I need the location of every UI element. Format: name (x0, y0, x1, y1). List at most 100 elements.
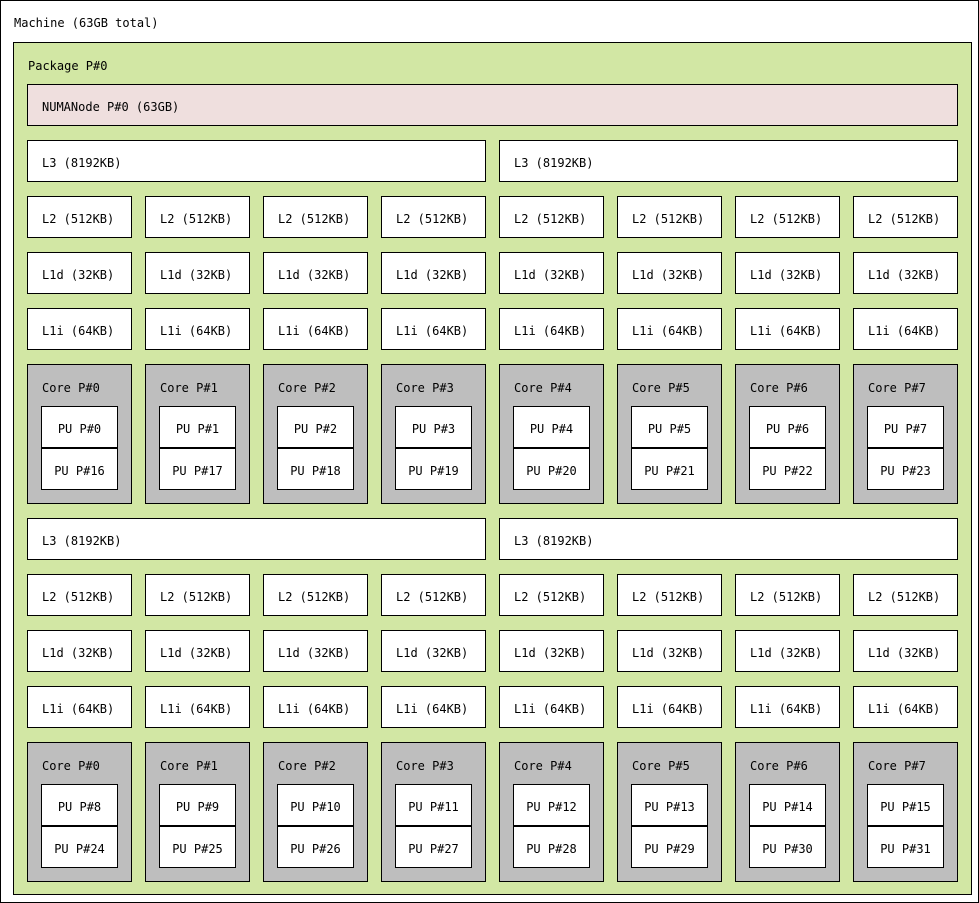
l1i-cache-box: L1i (64KB) (381, 308, 486, 350)
numa-node-box: NUMANode P#0 (63GB) (27, 84, 958, 126)
pu-box: PU P#14 (749, 784, 826, 826)
pu-label: PU P#3 (411, 422, 456, 436)
core-label: Core P#0 (42, 381, 100, 395)
l2-cache-box: L2 (512KB) (145, 196, 250, 238)
pu-box: PU P#18 (277, 448, 354, 490)
machine-label: Machine (63GB total) (14, 16, 159, 30)
l1d-cache-box: L1d (32KB) (499, 252, 604, 294)
l1d-cache-box: L1d (32KB) (145, 252, 250, 294)
pu-label: PU P#11 (408, 800, 459, 814)
l2-cache-box: L2 (512KB) (617, 196, 722, 238)
pu-label: PU P#20 (526, 464, 577, 478)
l1i-cache-box: L1i (64KB) (27, 686, 132, 728)
l3-cache-label: L3 (8192KB) (42, 534, 122, 548)
l2-cache-box: L2 (512KB) (145, 574, 250, 616)
l2-cache-label: L2 (512KB) (868, 590, 941, 604)
pu-box: PU P#25 (159, 826, 236, 868)
l1i-cache-box: L1i (64KB) (499, 686, 604, 728)
l1d-cache-box: L1d (32KB) (853, 252, 958, 294)
core-label: Core P#2 (278, 759, 336, 773)
core-label: Core P#1 (160, 759, 218, 773)
core-label: Core P#3 (396, 759, 454, 773)
l2-cache-label: L2 (512KB) (514, 212, 587, 226)
pu-box: PU P#23 (867, 448, 944, 490)
l2-cache-box: L2 (512KB) (381, 574, 486, 616)
pu-label: PU P#24 (54, 842, 105, 856)
l1i-cache-label: L1i (64KB) (42, 324, 115, 338)
l1d-cache-box: L1d (32KB) (499, 630, 604, 672)
core-label: Core P#6 (750, 759, 808, 773)
pu-label: PU P#4 (529, 422, 574, 436)
l1i-cache-label: L1i (64KB) (42, 702, 115, 716)
core-label: Core P#4 (514, 759, 572, 773)
l1i-cache-box: L1i (64KB) (27, 308, 132, 350)
numa-node-label: NUMANode P#0 (63GB) (42, 100, 180, 114)
l1i-cache-label: L1i (64KB) (868, 702, 941, 716)
core-label: Core P#7 (868, 759, 926, 773)
pu-label: PU P#26 (290, 842, 341, 856)
pu-label: PU P#29 (644, 842, 695, 856)
pu-box: PU P#21 (631, 448, 708, 490)
l1i-cache-label: L1i (64KB) (278, 702, 351, 716)
l1i-cache-label: L1i (64KB) (750, 324, 823, 338)
pu-box: PU P#5 (631, 406, 708, 448)
l1d-cache-label: L1d (32KB) (750, 268, 823, 282)
l1d-cache-label: L1d (32KB) (868, 268, 941, 282)
pu-label: PU P#23 (880, 464, 931, 478)
l1d-cache-label: L1d (32KB) (396, 646, 469, 660)
l2-cache-box: L2 (512KB) (617, 574, 722, 616)
l1i-cache-label: L1i (64KB) (750, 702, 823, 716)
l1d-cache-label: L1d (32KB) (750, 646, 823, 660)
l2-cache-box: L2 (512KB) (263, 574, 368, 616)
core-label: Core P#2 (278, 381, 336, 395)
pu-box: PU P#7 (867, 406, 944, 448)
l1d-cache-box: L1d (32KB) (27, 630, 132, 672)
l1i-cache-box: L1i (64KB) (735, 308, 840, 350)
l1i-cache-label: L1i (64KB) (160, 324, 233, 338)
pu-box: PU P#4 (513, 406, 590, 448)
l1d-cache-label: L1d (32KB) (632, 646, 705, 660)
core-label: Core P#5 (632, 759, 690, 773)
pu-label: PU P#31 (880, 842, 931, 856)
l1d-cache-box: L1d (32KB) (735, 630, 840, 672)
pu-box: PU P#12 (513, 784, 590, 826)
l2-cache-box: L2 (512KB) (853, 574, 958, 616)
pu-box: PU P#15 (867, 784, 944, 826)
l1i-cache-label: L1i (64KB) (868, 324, 941, 338)
l1i-cache-box: L1i (64KB) (381, 686, 486, 728)
l1i-cache-box: L1i (64KB) (263, 686, 368, 728)
l1d-cache-box: L1d (32KB) (263, 252, 368, 294)
pu-label: PU P#12 (526, 800, 577, 814)
pu-box: PU P#16 (41, 448, 118, 490)
pu-box: PU P#0 (41, 406, 118, 448)
l2-cache-label: L2 (512KB) (396, 590, 469, 604)
pu-label: PU P#8 (57, 800, 102, 814)
l1d-cache-label: L1d (32KB) (160, 646, 233, 660)
l2-cache-box: L2 (512KB) (499, 574, 604, 616)
pu-label: PU P#6 (765, 422, 810, 436)
pu-label: PU P#16 (54, 464, 105, 478)
pu-label: PU P#21 (644, 464, 695, 478)
l3-cache-label: L3 (8192KB) (514, 156, 594, 170)
pu-label: PU P#9 (175, 800, 220, 814)
l1d-cache-box: L1d (32KB) (617, 630, 722, 672)
package-label: Package P#0 (28, 59, 108, 73)
pu-label: PU P#28 (526, 842, 577, 856)
l1d-cache-label: L1d (32KB) (160, 268, 233, 282)
pu-label: PU P#5 (647, 422, 692, 436)
l3-cache-box: L3 (8192KB) (27, 140, 486, 182)
pu-box: PU P#27 (395, 826, 472, 868)
l2-cache-label: L2 (512KB) (42, 590, 115, 604)
core-label: Core P#1 (160, 381, 218, 395)
l2-cache-box: L2 (512KB) (381, 196, 486, 238)
l2-cache-label: L2 (512KB) (750, 590, 823, 604)
l1i-cache-box: L1i (64KB) (263, 308, 368, 350)
l1i-cache-box: L1i (64KB) (853, 686, 958, 728)
core-label: Core P#6 (750, 381, 808, 395)
pu-label: PU P#27 (408, 842, 459, 856)
l2-cache-label: L2 (512KB) (514, 590, 587, 604)
pu-box: PU P#26 (277, 826, 354, 868)
pu-box: PU P#9 (159, 784, 236, 826)
l1d-cache-label: L1d (32KB) (42, 646, 115, 660)
l2-cache-label: L2 (512KB) (632, 590, 705, 604)
